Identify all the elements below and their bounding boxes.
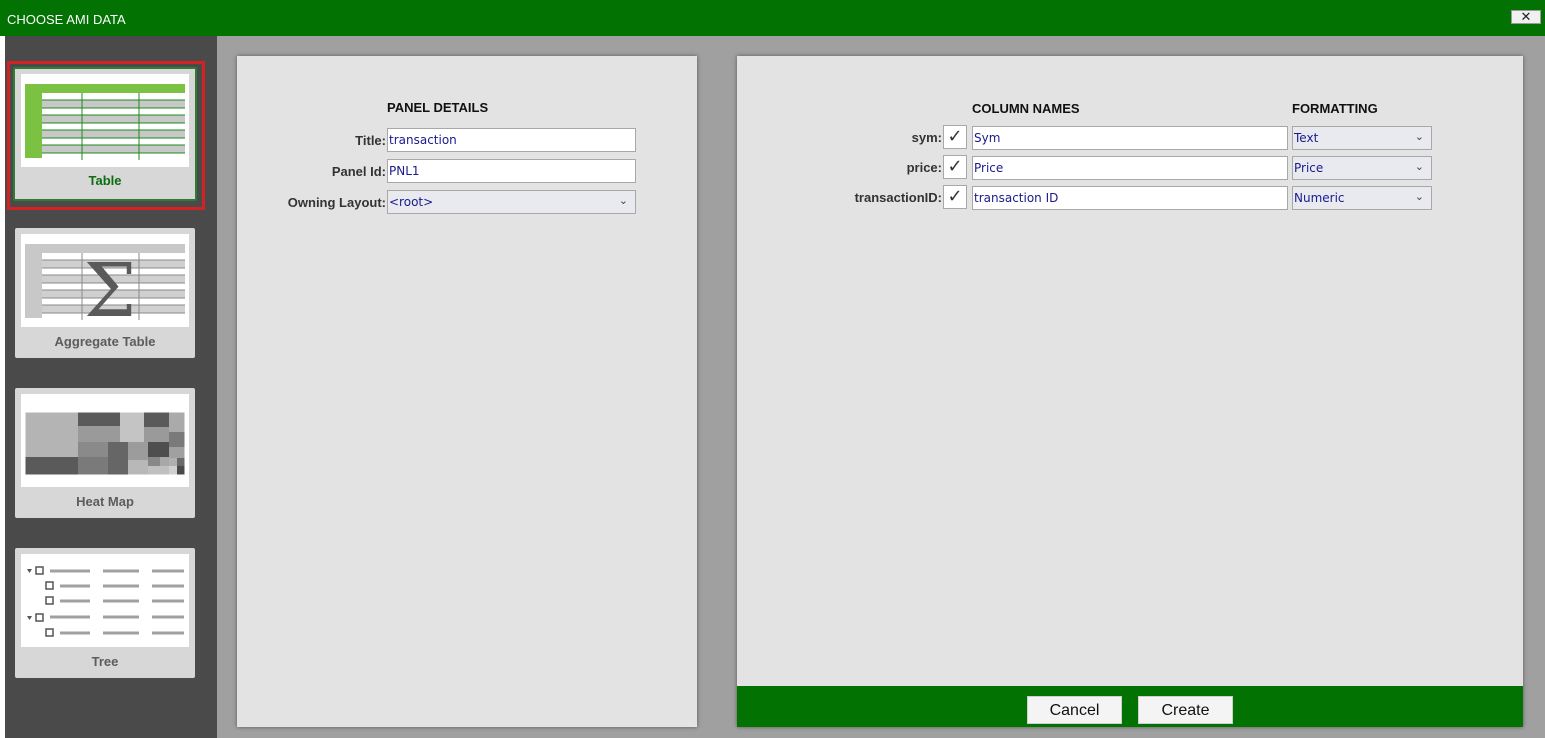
- chevron-down-icon: ⌄: [618, 194, 628, 207]
- column-field-label: sym:: [911, 130, 942, 145]
- sidebar-item-label: Heat Map: [76, 494, 134, 509]
- column-format-select[interactable]: Price ⌄: [1292, 156, 1432, 180]
- column-name-input[interactable]: Price: [972, 156, 1288, 180]
- sidebar-item-heat-map[interactable]: Heat Map: [15, 388, 195, 518]
- column-format-value: Text: [1294, 131, 1319, 145]
- checkmark-icon: ✓: [947, 126, 963, 147]
- panel-id-label: Panel Id:: [331, 164, 386, 179]
- owning-layout-value: <root>: [389, 195, 434, 209]
- formatting-heading: FORMATTING: [1292, 101, 1378, 116]
- cancel-button[interactable]: Cancel: [1027, 696, 1122, 724]
- sidebar-item-aggregate-table[interactable]: Σ Aggregate Table: [15, 228, 195, 358]
- column-checkbox[interactable]: ✓: [943, 155, 967, 179]
- column-name-input[interactable]: transaction ID: [972, 186, 1288, 210]
- column-names-heading: COLUMN NAMES: [972, 101, 1080, 116]
- window-title: CHOOSE AMI DATA: [7, 12, 126, 27]
- chevron-down-icon: ⌄: [1414, 130, 1424, 143]
- column-names-panel: COLUMN NAMES FORMATTING sym: ✓ Sym Text …: [737, 56, 1523, 727]
- tree-thumbnail-icon: [21, 554, 189, 647]
- title-bar: CHOOSE AMI DATA ✕: [0, 0, 1545, 36]
- owning-layout-label: Owning Layout:: [287, 195, 386, 210]
- dialog-footer: Cancel Create: [737, 686, 1523, 727]
- close-button[interactable]: ✕: [1511, 10, 1541, 24]
- column-checkbox[interactable]: ✓: [943, 125, 967, 149]
- panel-details-panel: PANEL DETAILS Title: transaction Panel I…: [237, 56, 697, 727]
- title-label: Title:: [355, 133, 386, 148]
- column-format-select[interactable]: Text ⌄: [1292, 126, 1432, 150]
- create-button[interactable]: Create: [1138, 696, 1233, 724]
- table-thumbnail-icon: [21, 74, 189, 167]
- sidebar-item-table[interactable]: Table: [13, 67, 197, 201]
- svg-text:Σ: Σ: [84, 248, 136, 327]
- column-format-value: Price: [1294, 161, 1324, 175]
- sidebar-item-label: Aggregate Table: [54, 334, 156, 349]
- chevron-down-icon: ⌄: [1414, 190, 1424, 203]
- column-field-label: transactionID:: [854, 190, 942, 205]
- column-checkbox[interactable]: ✓: [943, 185, 967, 209]
- column-format-value: Numeric: [1294, 191, 1345, 205]
- sidebar-item-tree[interactable]: Tree: [15, 548, 195, 678]
- panel-details-heading: PANEL DETAILS: [387, 100, 489, 115]
- panel-id-input[interactable]: PNL1: [387, 159, 636, 183]
- title-input[interactable]: transaction: [387, 128, 636, 152]
- column-field-label: price:: [906, 160, 942, 175]
- sidebar-item-label: Tree: [91, 654, 119, 669]
- checkmark-icon: ✓: [947, 156, 963, 177]
- column-name-input[interactable]: Sym: [972, 126, 1288, 150]
- column-format-select[interactable]: Numeric ⌄: [1292, 186, 1432, 210]
- heat-map-thumbnail-icon: [21, 394, 189, 487]
- checkmark-icon: ✓: [947, 186, 963, 207]
- aggregate-table-thumbnail-icon: Σ: [21, 234, 189, 334]
- sidebar-item-label: Table: [88, 173, 122, 188]
- chevron-down-icon: ⌄: [1414, 160, 1424, 173]
- owning-layout-select[interactable]: <root> ⌄: [387, 190, 636, 214]
